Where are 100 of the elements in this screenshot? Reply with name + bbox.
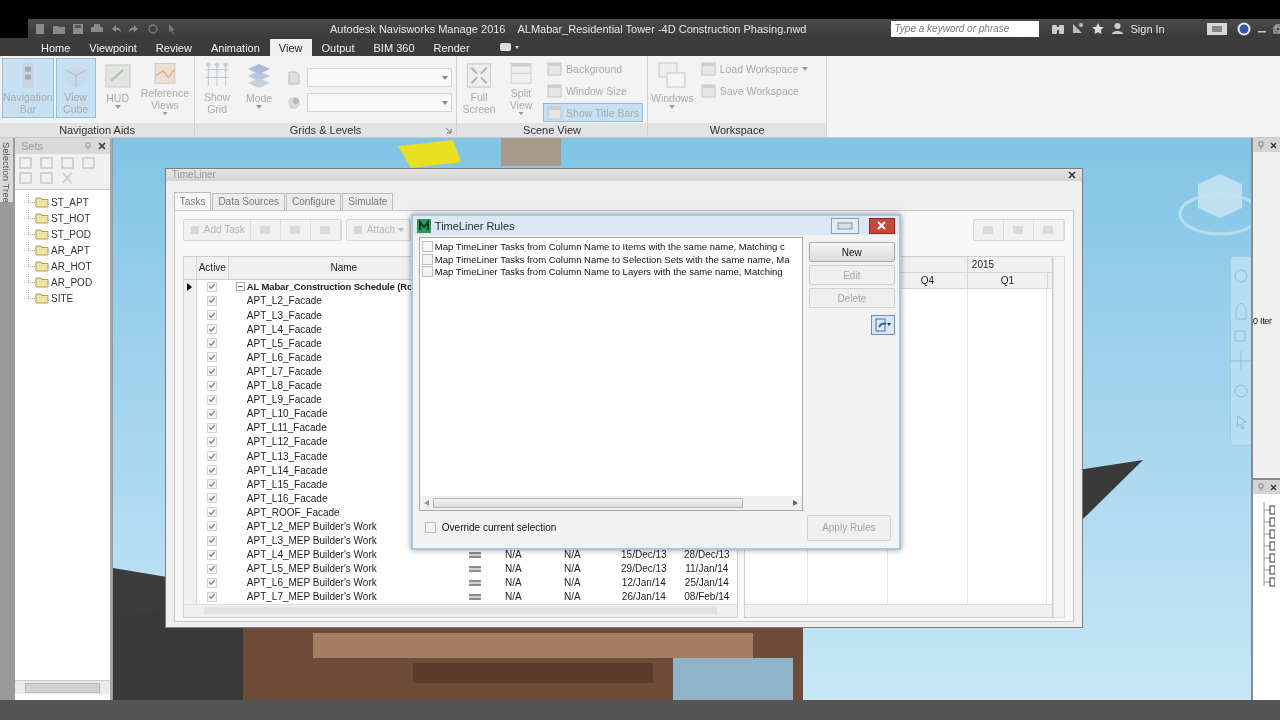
restore-icon[interactable]: [1272, 23, 1280, 34]
import-export-button[interactable]: [870, 315, 895, 336]
close-icon[interactable]: [1067, 170, 1076, 179]
close-icon[interactable]: [98, 142, 106, 150]
checkbox[interactable]: [207, 352, 218, 363]
scrollbar-thumb[interactable]: [25, 682, 100, 693]
app-title: Autodesk Navisworks Manage 2016: [330, 22, 506, 35]
checkbox[interactable]: [207, 422, 218, 433]
new-file-icon[interactable]: [34, 22, 46, 35]
window-icon: [547, 83, 563, 98]
set-item[interactable]: ST_APT: [51, 196, 89, 208]
ribbon-tab[interactable]: Output: [312, 39, 364, 56]
checkbox[interactable]: [421, 253, 433, 265]
ribbon-tab[interactable]: Render: [424, 39, 479, 56]
delete-icon[interactable]: [61, 172, 74, 184]
toolbar-icon[interactable]: [82, 157, 95, 169]
checkbox[interactable]: [207, 591, 218, 602]
pin-icon[interactable]: [1257, 141, 1266, 149]
panel-toggle-button[interactable]: [830, 217, 859, 234]
set-item[interactable]: SITE: [51, 292, 74, 304]
scrollbar[interactable]: [744, 604, 1052, 617]
checkbox[interactable]: [207, 493, 218, 504]
table-cell: N/A: [564, 591, 581, 603]
ribbon-tab[interactable]: Viewpoint: [80, 39, 146, 56]
dialog-button[interactable]: New: [808, 242, 895, 263]
navigation-bar[interactable]: [1229, 256, 1252, 446]
checkbox[interactable]: [207, 408, 218, 419]
checkbox[interactable]: [421, 266, 433, 278]
ribbon-tab[interactable]: Animation: [201, 39, 269, 56]
rule-item[interactable]: Map TimeLiner Tasks from Column Name to Items with the same name, Matching c: [434, 240, 785, 252]
checkbox[interactable]: [424, 522, 436, 534]
checkbox[interactable]: [207, 338, 218, 349]
toolbar-icon[interactable]: [40, 172, 53, 184]
selection-tree-tab[interactable]: Selection Tree: [0, 138, 13, 202]
checkbox[interactable]: [207, 451, 218, 461]
checkbox[interactable]: [207, 324, 218, 335]
table-cell: APT_L14_Facade: [246, 464, 328, 476]
sign-in-link[interactable]: Sign In: [1130, 22, 1165, 35]
arrow-right-icon[interactable]: [792, 500, 798, 507]
toolbar-icon[interactable]: [19, 157, 32, 169]
close-icon[interactable]: [1270, 141, 1278, 149]
set-item[interactable]: AR_POD: [51, 276, 93, 288]
satellite-icon[interactable]: [1071, 22, 1086, 35]
help-icon[interactable]: [1236, 21, 1251, 36]
checkbox[interactable]: [207, 479, 218, 490]
scrollbar[interactable]: [15, 680, 110, 694]
table-cell: 11/Jan/14: [685, 563, 729, 575]
refresh-icon[interactable]: [146, 22, 160, 35]
checkbox[interactable]: [207, 465, 218, 476]
pin-icon[interactable]: [84, 142, 92, 150]
item-count: 0 Iter: [1253, 316, 1272, 326]
collapse-icon[interactable]: [235, 282, 245, 292]
checkbox[interactable]: [207, 577, 218, 588]
binoculars-icon[interactable]: [1051, 22, 1066, 35]
tab[interactable]: Simulate: [342, 192, 394, 210]
table-cell: APT_L12_Facade: [246, 436, 328, 448]
checkbox[interactable]: [207, 549, 218, 560]
save-icon[interactable]: [72, 22, 84, 35]
arrow-left-icon[interactable]: [423, 500, 429, 507]
column-header[interactable]: Active: [196, 256, 229, 279]
checkbox[interactable]: [421, 240, 433, 252]
tab[interactable]: Tasks: [173, 191, 212, 210]
user-icon[interactable]: [1111, 22, 1125, 35]
scrollbar[interactable]: [419, 496, 802, 511]
toolbar-icon[interactable]: [19, 172, 32, 184]
set-item[interactable]: AR_APT: [51, 244, 90, 256]
ribbon-tab[interactable]: Review: [146, 39, 201, 56]
star-icon[interactable]: [1091, 22, 1106, 35]
video-icon[interactable]: [499, 42, 520, 52]
pin-icon[interactable]: [1257, 483, 1266, 491]
pointer-icon[interactable]: [166, 22, 178, 35]
checkbox[interactable]: [207, 394, 218, 405]
set-item[interactable]: ST_POD: [51, 228, 91, 240]
close-icon[interactable]: [1270, 483, 1278, 491]
checkbox[interactable]: [207, 535, 218, 546]
checkbox[interactable]: [207, 436, 218, 447]
checkbox[interactable]: [207, 521, 218, 532]
checkbox[interactable]: [207, 366, 218, 377]
scrollbar-thumb[interactable]: [432, 498, 744, 509]
panel-toggle-icon[interactable]: [1206, 22, 1227, 35]
ribbon-tab[interactable]: View: [269, 39, 312, 56]
checkbox[interactable]: [207, 296, 218, 306]
toolbar-icon[interactable]: [61, 157, 74, 169]
ribbon-tab[interactable]: BIM 360: [364, 39, 424, 56]
checkbox[interactable]: [207, 563, 218, 574]
close-button[interactable]: [868, 217, 895, 234]
set-item[interactable]: AR_HOT: [51, 260, 92, 272]
set-item[interactable]: ST_HOT: [51, 212, 91, 224]
tab[interactable]: Configure: [286, 192, 342, 210]
checkbox[interactable]: [207, 281, 218, 292]
toolbar-icon[interactable]: [40, 157, 53, 169]
ribbon-tab[interactable]: Home: [32, 39, 80, 56]
scrollbar[interactable]: [183, 604, 737, 617]
print-icon[interactable]: [90, 22, 104, 35]
checkbox[interactable]: [207, 380, 218, 391]
checkbox[interactable]: [207, 507, 218, 518]
search-field[interactable]: Type a keyword or phrase: [891, 20, 1040, 37]
tab[interactable]: Data Sources: [212, 192, 285, 210]
redo-icon[interactable]: [128, 22, 140, 35]
checkbox[interactable]: [207, 310, 218, 321]
